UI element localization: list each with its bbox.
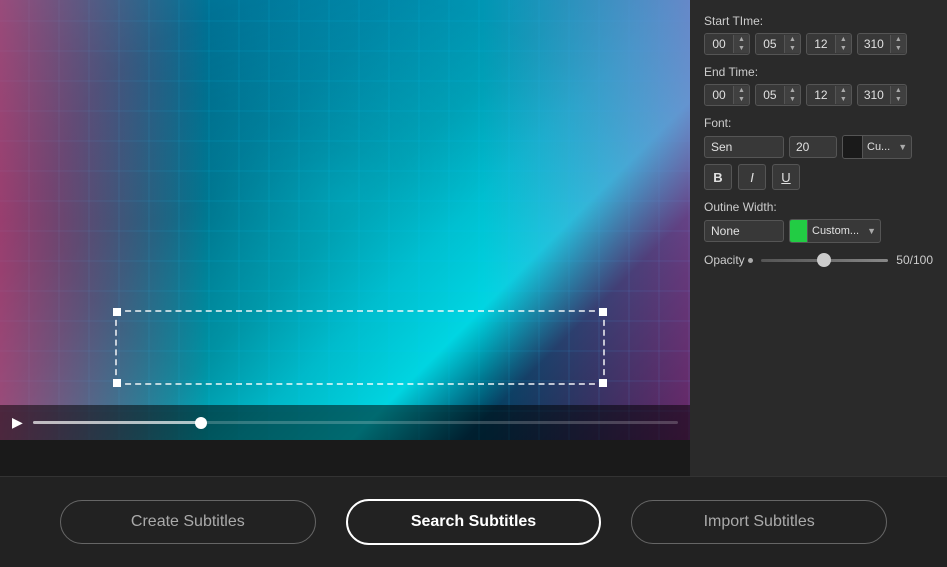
- opacity-value: 50/100: [896, 253, 933, 267]
- end-minutes-up[interactable]: ▲: [785, 86, 800, 95]
- properties-panel: Start TIme: 00 ▲ ▼ 05 ▲ ▼: [690, 0, 947, 476]
- italic-button[interactable]: I: [738, 164, 766, 190]
- search-subtitles-button[interactable]: Search Subtitles: [346, 499, 602, 545]
- format-row: B I U: [704, 164, 933, 190]
- bold-button[interactable]: B: [704, 164, 732, 190]
- start-ms-value: 310: [858, 34, 890, 54]
- import-subtitles-button[interactable]: Import Subtitles: [631, 500, 887, 544]
- end-time-group: End Time: 00 ▲ ▼ 05 ▲ ▼ 12: [704, 65, 933, 106]
- font-color-swatch: [843, 136, 863, 158]
- outline-color-swatch: [790, 220, 808, 242]
- end-seconds-value: 12: [807, 85, 835, 105]
- start-minutes-spinner[interactable]: 05 ▲ ▼: [755, 33, 801, 55]
- end-hours-value: 00: [705, 85, 733, 105]
- opacity-label: Opacity: [704, 253, 753, 267]
- subtitle-box[interactable]: [115, 310, 605, 385]
- start-time-label: Start TIme:: [704, 14, 933, 28]
- start-ms-down[interactable]: ▼: [891, 44, 906, 53]
- video-controls: ▶: [0, 405, 690, 440]
- outline-group: Outine Width: None 1px 2px 3px Custom...…: [704, 200, 933, 243]
- start-time-group: Start TIme: 00 ▲ ▼ 05 ▲ ▼: [704, 14, 933, 55]
- outline-color-label: Custom...: [808, 225, 863, 237]
- start-minutes-up[interactable]: ▲: [785, 35, 800, 44]
- end-minutes-down[interactable]: ▼: [785, 95, 800, 104]
- start-hours-value: 00: [705, 34, 733, 54]
- opacity-group: Opacity 50/100: [704, 253, 933, 267]
- font-label: Font:: [704, 116, 933, 130]
- font-color-dropdown-icon[interactable]: ▼: [894, 142, 911, 152]
- end-time-label: End Time:: [704, 65, 933, 79]
- start-seconds-value: 12: [807, 34, 835, 54]
- outline-dropdown-icon[interactable]: ▼: [863, 226, 880, 236]
- bottom-bar: Create Subtitles Search Subtitles Import…: [0, 477, 947, 567]
- end-time-row: 00 ▲ ▼ 05 ▲ ▼ 12 ▲: [704, 84, 933, 106]
- font-row: Sen Arial Helvetica 20 16 24 32 Cu... ▼: [704, 135, 933, 159]
- font-color-picker[interactable]: Cu... ▼: [842, 135, 912, 159]
- video-player: ▶: [0, 0, 690, 440]
- end-ms-up[interactable]: ▲: [891, 86, 906, 95]
- font-group: Font: Sen Arial Helvetica 20 16 24 32 Cu…: [704, 116, 933, 190]
- end-seconds-down[interactable]: ▼: [836, 95, 851, 104]
- play-button[interactable]: ▶: [12, 414, 23, 431]
- end-seconds-spinner[interactable]: 12 ▲ ▼: [806, 84, 852, 106]
- start-time-row: 00 ▲ ▼ 05 ▲ ▼ 12 ▲: [704, 33, 933, 55]
- opacity-slider[interactable]: [761, 259, 889, 262]
- outline-row: None 1px 2px 3px Custom... ▼: [704, 219, 933, 243]
- opacity-dot-icon: [748, 258, 753, 263]
- end-hours-down[interactable]: ▼: [734, 95, 749, 104]
- outline-color-picker[interactable]: Custom... ▼: [789, 219, 881, 243]
- underline-button[interactable]: U: [772, 164, 800, 190]
- outline-label: Outine Width:: [704, 200, 933, 214]
- start-seconds-down[interactable]: ▼: [836, 44, 851, 53]
- opacity-thumb[interactable]: [817, 253, 831, 267]
- end-seconds-up[interactable]: ▲: [836, 86, 851, 95]
- end-minutes-value: 05: [756, 85, 784, 105]
- end-hours-up[interactable]: ▲: [734, 86, 749, 95]
- end-minutes-spinner[interactable]: 05 ▲ ▼: [755, 84, 801, 106]
- timeline[interactable]: [33, 421, 678, 424]
- start-minutes-down[interactable]: ▼: [785, 44, 800, 53]
- font-family-select[interactable]: Sen Arial Helvetica: [704, 136, 784, 158]
- start-hours-spinner[interactable]: 00 ▲ ▼: [704, 33, 750, 55]
- start-minutes-value: 05: [756, 34, 784, 54]
- end-ms-down[interactable]: ▼: [891, 95, 906, 104]
- start-hours-up[interactable]: ▲: [734, 35, 749, 44]
- font-size-select[interactable]: 20 16 24 32: [789, 136, 837, 158]
- font-color-label: Cu...: [863, 141, 894, 153]
- start-seconds-spinner[interactable]: 12 ▲ ▼: [806, 33, 852, 55]
- end-ms-value: 310: [858, 85, 890, 105]
- start-ms-up[interactable]: ▲: [891, 35, 906, 44]
- opacity-row: Opacity 50/100: [704, 253, 933, 267]
- start-seconds-up[interactable]: ▲: [836, 35, 851, 44]
- start-hours-down[interactable]: ▼: [734, 44, 749, 53]
- outline-select[interactable]: None 1px 2px 3px: [704, 220, 784, 242]
- opacity-slider-wrap: [761, 259, 889, 262]
- start-ms-spinner[interactable]: 310 ▲ ▼: [857, 33, 907, 55]
- end-hours-spinner[interactable]: 00 ▲ ▼: [704, 84, 750, 106]
- end-ms-spinner[interactable]: 310 ▲ ▼: [857, 84, 907, 106]
- create-subtitles-button[interactable]: Create Subtitles: [60, 500, 316, 544]
